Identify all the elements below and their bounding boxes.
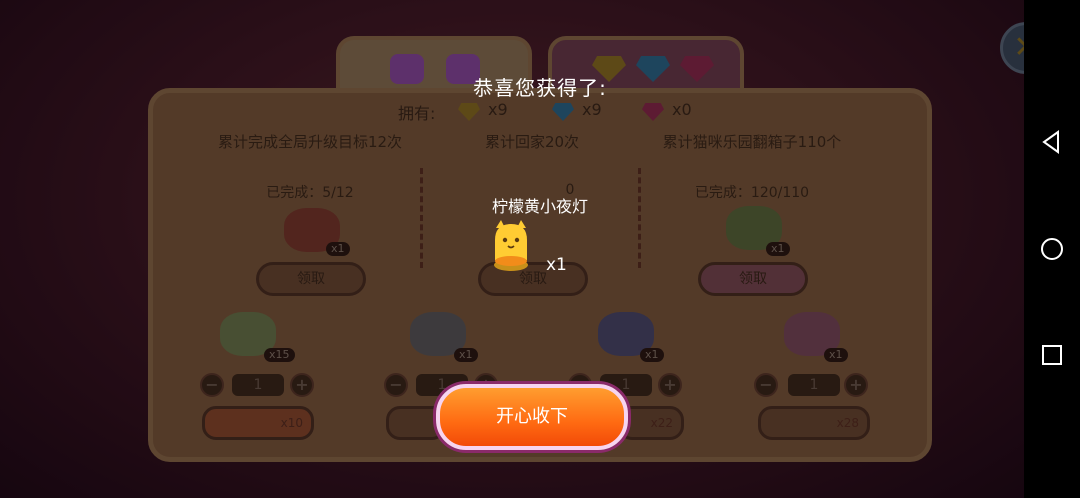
back-triangle-icon[interactable]: [1038, 128, 1066, 156]
night-lamp-icon: [494, 220, 528, 271]
congrats-title: 恭喜您获得了:: [473, 76, 607, 100]
recents-square-icon[interactable]: [1038, 341, 1066, 369]
accept-reward-button[interactable]: 开心收下: [436, 384, 628, 450]
reward-quantity: x1: [546, 255, 567, 275]
home-circle-icon[interactable]: [1038, 235, 1066, 263]
system-nav-bar: [1024, 0, 1080, 498]
reward-name: 柠檬黄小夜灯: [491, 197, 588, 216]
